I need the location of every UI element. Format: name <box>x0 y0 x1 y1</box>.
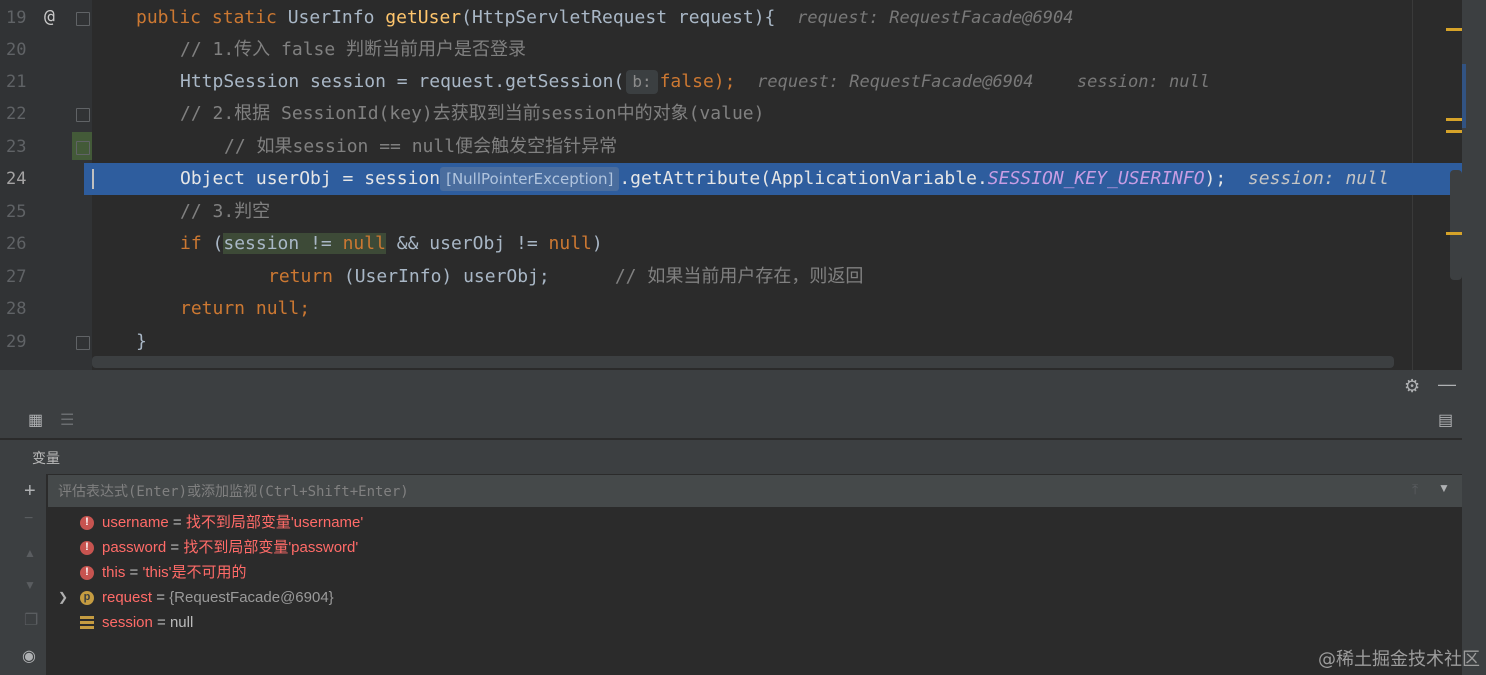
code-line-23[interactable]: 23 // 如果session == null便会触发空指针异常 <box>0 131 1462 163</box>
remove-watch-icon[interactable]: − <box>24 510 33 528</box>
fold-icon[interactable] <box>76 336 90 350</box>
move-up-icon[interactable]: ▲ <box>24 546 36 560</box>
get-attribute-statement: Object userObj = session [NullPointerExce… <box>180 167 1389 191</box>
text-caret <box>92 169 94 189</box>
debug-hint: request: RequestFacade@6904 <box>797 8 1074 28</box>
move-down-icon[interactable]: ▼ <box>24 578 36 592</box>
debug-hint: session: null <box>1247 168 1389 189</box>
debug-header: ⚙ — <box>0 370 1462 405</box>
minimize-icon[interactable]: — <box>1438 374 1456 395</box>
method-signature: public static UserInfo getUser(HttpServl… <box>136 7 1074 28</box>
line-number: 22 <box>6 104 27 124</box>
layout-icon[interactable]: ▤ <box>1438 410 1453 430</box>
current-execution-line[interactable]: Object userObj = session [NullPointerExce… <box>84 163 1462 195</box>
variables-tree: username = 找不到局部变量'username' password = … <box>48 510 1462 635</box>
line-number: 21 <box>6 72 27 92</box>
primitive-icon <box>80 616 94 630</box>
debug-hint: session: null <box>1076 72 1210 92</box>
code-line-25[interactable]: 25 // 3.判空 <box>0 196 1462 228</box>
warning-stripe[interactable] <box>1446 232 1462 235</box>
variable-row[interactable]: ❯ request = {RequestFacade@6904} <box>48 585 1462 610</box>
scroll-marker <box>1462 64 1466 128</box>
vertical-scrollbar[interactable] <box>1450 0 1462 300</box>
line-number: 26 <box>6 234 27 254</box>
comment: // 1.传入 false 判断当前用户是否登录 <box>180 39 527 60</box>
scrollbar-thumb[interactable] <box>1450 170 1462 280</box>
line-number: 28 <box>6 299 27 319</box>
parameter-icon <box>80 585 94 610</box>
get-session-statement: HttpSession session = request.getSession… <box>180 70 1210 94</box>
code-line-26[interactable]: 26 if (session != null && userObj != nul… <box>0 228 1462 260</box>
variable-row[interactable]: session = null <box>48 610 1462 635</box>
add-to-watches-icon[interactable]: ⤒ <box>1412 481 1418 498</box>
evaluate-expression-input[interactable] <box>56 479 1400 505</box>
return-null-statement: return null; <box>180 298 311 319</box>
line-number: 19 <box>6 8 27 28</box>
debug-hint: request: RequestFacade@6904 <box>757 72 1034 92</box>
fold-icon[interactable] <box>76 141 90 155</box>
error-icon <box>80 510 94 535</box>
if-statement: if (session != null && userObj != null) <box>180 233 603 254</box>
table-view-icon[interactable]: ▦ <box>28 410 43 430</box>
line-number: 24 <box>6 169 27 189</box>
debug-toolbar: ▦ ☰ ▤ <box>0 404 1462 439</box>
warning-stripe[interactable] <box>1446 28 1462 31</box>
variable-row[interactable]: password = 找不到局部变量'password' <box>48 535 1462 560</box>
add-watch-icon[interactable]: + <box>24 480 36 503</box>
fold-icon[interactable] <box>76 108 90 122</box>
exception-inlay: [NullPointerException] <box>440 167 620 191</box>
code-line-21[interactable]: 21 HttpSession session = request.getSess… <box>0 66 1462 98</box>
warning-stripe[interactable] <box>1446 130 1462 133</box>
fold-icon[interactable] <box>76 12 90 26</box>
code-line-27[interactable]: 27 return (UserInfo) userObj; // 如果当前用户存… <box>0 261 1462 293</box>
variables-title: 变量 <box>32 450 60 466</box>
right-tool-strip <box>1462 0 1486 675</box>
code-line-20[interactable]: 20 // 1.传入 false 判断当前用户是否登录 <box>0 34 1462 66</box>
line-number: 20 <box>6 40 27 60</box>
watermark: @稀土掘金技术社区 <box>1318 649 1480 670</box>
comment: // 如果session == null便会触发空指针异常 <box>224 136 618 157</box>
gear-icon[interactable]: ⚙ <box>1404 376 1420 397</box>
code-line-29[interactable]: 29 } <box>0 326 1462 358</box>
error-icon <box>80 560 94 585</box>
variables-header: 变量 <box>0 440 1462 475</box>
code-editor[interactable]: 19 @ public static UserInfo getUser(Http… <box>0 0 1486 370</box>
closing-brace: } <box>136 331 147 352</box>
eye-icon[interactable]: ◉ <box>22 646 36 666</box>
warning-stripe[interactable] <box>1446 118 1462 121</box>
line-number: 23 <box>6 137 27 157</box>
variables-sidebar: + − ▲ ▼ ❐ ◉ <box>0 474 47 675</box>
param-hint: b: <box>626 70 658 94</box>
history-dropdown-icon[interactable]: ▼ <box>1438 481 1450 495</box>
line-number: 29 <box>6 332 27 352</box>
copy-icon[interactable]: ❐ <box>24 610 38 630</box>
return-statement: return (UserInfo) userObj; // 如果当前用户存在，则… <box>268 266 864 287</box>
override-icon[interactable]: @ <box>44 6 55 27</box>
error-icon <box>80 535 94 560</box>
variable-row[interactable]: this = 'this'是不可用的 <box>48 560 1462 585</box>
line-number: 25 <box>6 202 27 222</box>
code-line-22[interactable]: 22 // 2.根据 SessionId(key)去获取到当前session中的… <box>0 98 1462 130</box>
settings-list-icon[interactable]: ☰ <box>60 410 74 430</box>
code-line-19[interactable]: 19 @ public static UserInfo getUser(Http… <box>0 2 1462 34</box>
debug-panel: ⚙ — ▦ ☰ ▤ 变量 + − ▲ ▼ ❐ ◉ ⤒ ▼ username = … <box>0 370 1462 675</box>
comment: // 3.判空 <box>180 201 271 222</box>
expand-chevron-icon[interactable]: ❯ <box>58 585 68 610</box>
code-line-28[interactable]: 28 return null; <box>0 293 1462 325</box>
horizontal-scrollbar[interactable] <box>92 356 1394 368</box>
comment: // 2.根据 SessionId(key)去获取到当前session中的对象(… <box>180 103 765 124</box>
evaluate-expression-bar[interactable]: ⤒ ▼ <box>48 475 1462 508</box>
line-number: 27 <box>6 267 27 287</box>
variable-row[interactable]: username = 找不到局部变量'username' <box>48 510 1462 535</box>
